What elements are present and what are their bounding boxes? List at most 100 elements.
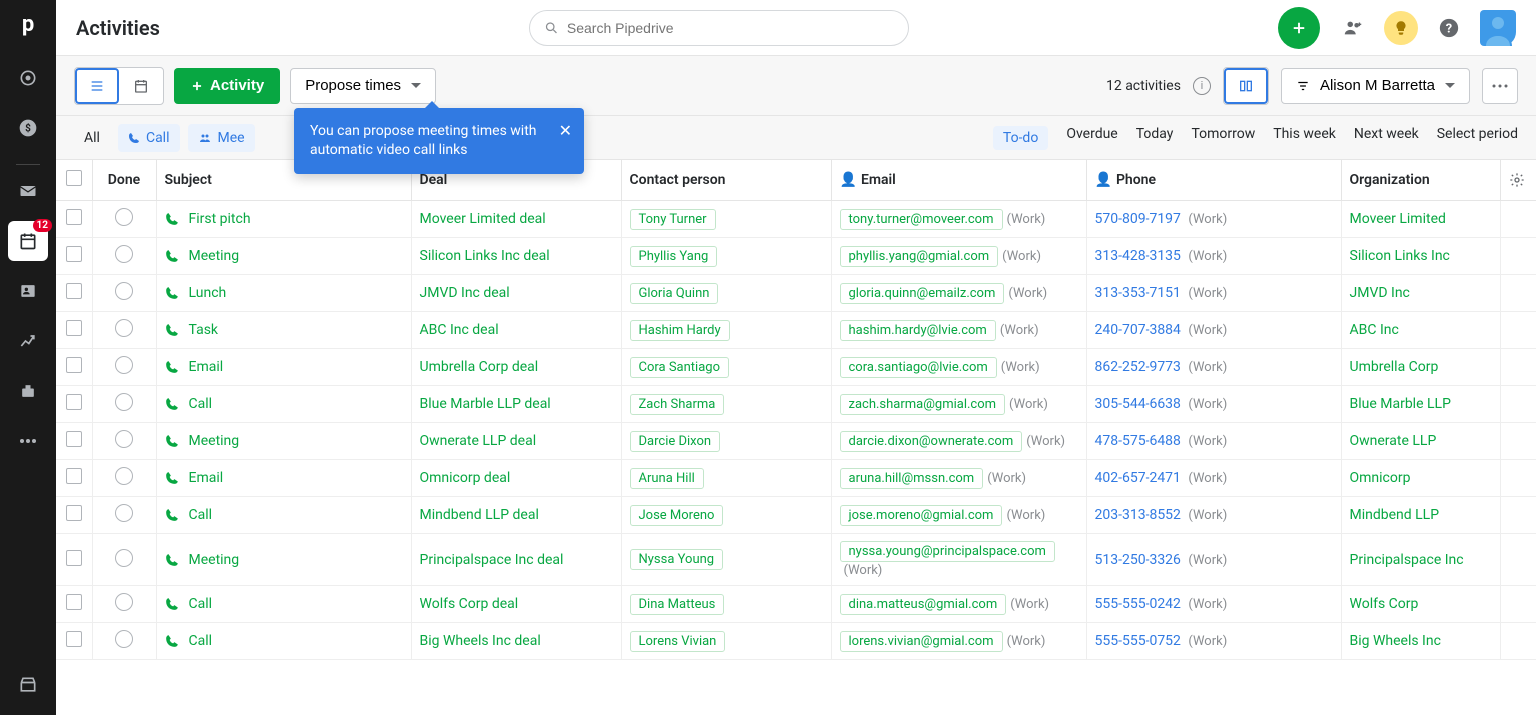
nav-contacts[interactable] bbox=[8, 271, 48, 311]
row-checkbox[interactable] bbox=[66, 431, 82, 447]
contact-tag[interactable]: Lorens Vivian bbox=[630, 631, 726, 652]
phone-link[interactable]: 570-809-7197 bbox=[1095, 211, 1181, 227]
table-settings-button[interactable] bbox=[1500, 160, 1536, 201]
email-tag[interactable]: phyllis.yang@gmial.com bbox=[840, 246, 999, 267]
done-toggle[interactable] bbox=[115, 319, 133, 337]
row-checkbox[interactable] bbox=[66, 209, 82, 225]
contact-tag[interactable]: Dina Matteus bbox=[630, 594, 725, 615]
done-toggle[interactable] bbox=[115, 245, 133, 263]
deal-link[interactable]: Silicon Links Inc deal bbox=[420, 248, 550, 264]
global-search[interactable] bbox=[529, 10, 909, 46]
filter-all[interactable]: All bbox=[74, 124, 110, 152]
email-tag[interactable]: lorens.vivian@gmial.com bbox=[840, 631, 1003, 652]
col-done[interactable]: Done bbox=[92, 160, 156, 201]
phone-link[interactable]: 203-313-8552 bbox=[1095, 507, 1181, 523]
done-toggle[interactable] bbox=[115, 393, 133, 411]
filter-chip-call[interactable]: Call bbox=[118, 124, 180, 152]
propose-times-button[interactable]: Propose times bbox=[290, 68, 436, 104]
time-filter-nextweek[interactable]: Next week bbox=[1354, 126, 1419, 150]
organization-link[interactable]: Principalspace Inc bbox=[1350, 552, 1464, 568]
contact-tag[interactable]: Hashim Hardy bbox=[630, 320, 730, 341]
email-tag[interactable]: gloria.quinn@emailz.com bbox=[840, 283, 1005, 304]
contact-tag[interactable]: Nyssa Young bbox=[630, 549, 724, 570]
phone-link[interactable]: 313-353-7151 bbox=[1095, 285, 1181, 301]
contact-tag[interactable]: Aruna Hill bbox=[630, 468, 704, 489]
row-checkbox[interactable] bbox=[66, 283, 82, 299]
organization-link[interactable]: Mindbend LLP bbox=[1350, 507, 1440, 523]
time-filter-todo[interactable]: To-do bbox=[993, 126, 1048, 150]
nav-activities[interactable]: 12 bbox=[8, 221, 48, 261]
done-toggle[interactable] bbox=[115, 593, 133, 611]
tooltip-close-button[interactable]: ✕ bbox=[559, 120, 572, 142]
email-tag[interactable]: nyssa.young@principalspace.com bbox=[840, 541, 1055, 562]
nav-marketplace[interactable] bbox=[8, 665, 48, 705]
nav-more[interactable] bbox=[8, 421, 48, 461]
email-tag[interactable]: hashim.hardy@lvie.com bbox=[840, 320, 996, 341]
time-filter-select[interactable]: Select period bbox=[1437, 126, 1518, 150]
search-input[interactable] bbox=[567, 20, 894, 36]
phone-link[interactable]: 862-252-9773 bbox=[1095, 359, 1181, 375]
contact-tag[interactable]: Darcie Dixon bbox=[630, 431, 721, 452]
calendar-view-button[interactable] bbox=[119, 68, 163, 104]
subject-link[interactable]: First pitch bbox=[165, 211, 403, 227]
time-filter-tomorrow[interactable]: Tomorrow bbox=[1191, 126, 1255, 150]
deal-link[interactable]: Big Wheels Inc deal bbox=[420, 633, 541, 649]
row-checkbox[interactable] bbox=[66, 594, 82, 610]
subject-link[interactable]: Task bbox=[165, 322, 403, 338]
row-checkbox[interactable] bbox=[66, 246, 82, 262]
email-tag[interactable]: tony.turner@moveer.com bbox=[840, 209, 1003, 230]
organization-link[interactable]: Silicon Links Inc bbox=[1350, 248, 1450, 264]
subject-link[interactable]: Meeting bbox=[165, 552, 403, 568]
done-toggle[interactable] bbox=[115, 549, 133, 567]
phone-link[interactable]: 402-657-2471 bbox=[1095, 470, 1181, 486]
phone-link[interactable]: 305-544-6638 bbox=[1095, 396, 1181, 412]
pipedrive-logo[interactable]: p bbox=[12, 8, 44, 40]
phone-link[interactable]: 240-707-3884 bbox=[1095, 322, 1181, 338]
nav-products[interactable] bbox=[8, 371, 48, 411]
email-tag[interactable]: darcie.dixon@ownerate.com bbox=[840, 431, 1023, 452]
subject-link[interactable]: Call bbox=[165, 596, 403, 612]
subject-link[interactable]: Email bbox=[165, 359, 403, 375]
more-actions-button[interactable] bbox=[1482, 68, 1518, 104]
contact-tag[interactable]: Zach Sharma bbox=[630, 394, 725, 415]
contact-tag[interactable]: Tony Turner bbox=[630, 209, 716, 230]
nav-leads[interactable] bbox=[8, 58, 48, 98]
subject-link[interactable]: Lunch bbox=[165, 285, 403, 301]
help-icon[interactable]: ? bbox=[1432, 11, 1466, 45]
select-all-checkbox[interactable] bbox=[66, 170, 82, 186]
time-filter-thisweek[interactable]: This week bbox=[1273, 126, 1336, 150]
phone-link[interactable]: 555-555-0242 bbox=[1095, 596, 1181, 612]
deal-link[interactable]: Wolfs Corp deal bbox=[420, 596, 519, 612]
user-filter-dropdown[interactable]: Alison M Barretta bbox=[1281, 68, 1470, 104]
phone-link[interactable]: 513-250-3326 bbox=[1095, 552, 1181, 568]
subject-link[interactable]: Meeting bbox=[165, 433, 403, 449]
time-filter-today[interactable]: Today bbox=[1136, 126, 1174, 150]
subject-link[interactable]: Meeting bbox=[165, 248, 403, 264]
deal-link[interactable]: Umbrella Corp deal bbox=[420, 359, 539, 375]
deal-link[interactable]: Mindbend LLP deal bbox=[420, 507, 539, 523]
email-tag[interactable]: dina.matteus@gmial.com bbox=[840, 594, 1007, 615]
row-checkbox[interactable] bbox=[66, 357, 82, 373]
done-toggle[interactable] bbox=[115, 504, 133, 522]
quick-add-button[interactable] bbox=[1278, 7, 1320, 49]
list-view-button[interactable] bbox=[75, 68, 119, 104]
col-phone[interactable]: 👤Phone bbox=[1086, 160, 1341, 201]
time-filter-overdue[interactable]: Overdue bbox=[1066, 126, 1117, 150]
deal-link[interactable]: ABC Inc deal bbox=[420, 322, 499, 338]
deal-link[interactable]: Ownerate LLP deal bbox=[420, 433, 537, 449]
organization-link[interactable]: Blue Marble LLP bbox=[1350, 396, 1451, 412]
organization-link[interactable]: Omnicorp bbox=[1350, 470, 1411, 486]
filter-chip-meeting[interactable]: Mee bbox=[188, 124, 255, 152]
row-checkbox[interactable] bbox=[66, 505, 82, 521]
phone-link[interactable]: 313-428-3135 bbox=[1095, 248, 1181, 264]
email-tag[interactable]: jose.moreno@gmial.com bbox=[840, 505, 1003, 526]
done-toggle[interactable] bbox=[115, 467, 133, 485]
done-toggle[interactable] bbox=[115, 630, 133, 648]
sales-assistant-icon[interactable] bbox=[1384, 11, 1418, 45]
deal-link[interactable]: Omnicorp deal bbox=[420, 470, 511, 486]
done-toggle[interactable] bbox=[115, 356, 133, 374]
organization-link[interactable]: JMVD Inc bbox=[1350, 285, 1410, 301]
row-checkbox[interactable] bbox=[66, 394, 82, 410]
organization-link[interactable]: ABC Inc bbox=[1350, 322, 1399, 338]
deal-link[interactable]: JMVD Inc deal bbox=[420, 285, 510, 301]
